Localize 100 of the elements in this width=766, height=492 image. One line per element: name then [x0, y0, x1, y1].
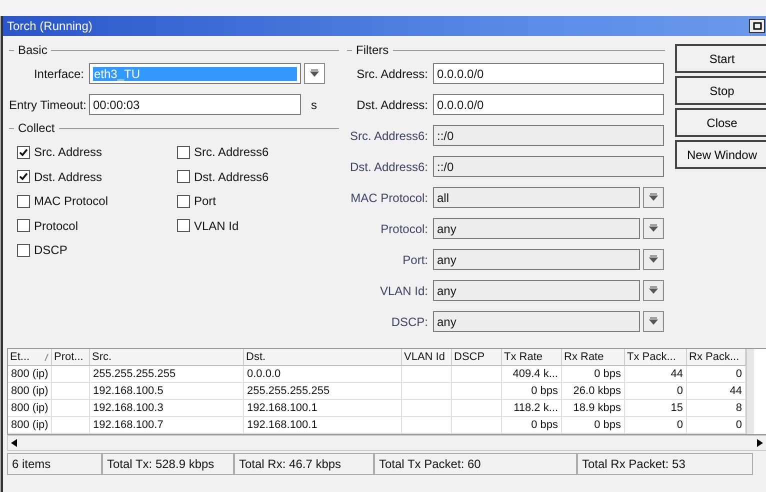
- dropdown-icon: [649, 255, 658, 264]
- checkbox[interactable]: [17, 194, 30, 208]
- action-button[interactable]: Stop: [675, 76, 766, 105]
- status-text: 6 items: [7, 453, 102, 475]
- field-label: DSCP:: [390, 314, 429, 328]
- column-header[interactable]: Src.: [90, 349, 244, 366]
- checkbox-item[interactable]: Port: [177, 189, 337, 214]
- checkbox[interactable]: [17, 146, 30, 159]
- column-header[interactable]: VLAN Id: [402, 349, 452, 366]
- field-label: Src. Address:: [356, 66, 429, 80]
- horizontal-scrollbar[interactable]: [7, 435, 766, 451]
- header-text: DSCP: [454, 351, 485, 363]
- status-text: Total Tx: 528.9 kbps: [102, 453, 234, 475]
- address-field[interactable]: 0.0.0.0/0: [433, 63, 664, 84]
- table-cell: 15: [625, 400, 687, 417]
- status-text: Total Rx Packet: 53: [577, 453, 753, 475]
- scroll-left-icon[interactable]: [11, 439, 17, 447]
- dropdown-button[interactable]: [643, 249, 664, 270]
- section-title: Basic: [18, 43, 48, 57]
- table-cell: 800 (ip): [8, 400, 52, 417]
- checkbox-item[interactable]: Dst. Address6: [177, 164, 337, 189]
- table-cell: 800 (ip): [8, 383, 52, 400]
- table-cell: 0.0.0.0: [244, 366, 402, 383]
- dropdown-icon: [649, 317, 658, 326]
- checkbox[interactable]: [177, 170, 190, 184]
- field-label: Entry Timeout:: [9, 98, 88, 112]
- vertical-scrollbar[interactable]: [746, 349, 754, 434]
- field-label: MAC Protocol:: [350, 190, 429, 204]
- dropdown-icon: [649, 286, 658, 295]
- table-cell: 192.168.100.7: [90, 417, 244, 434]
- table-cell: [452, 400, 502, 417]
- restore-button[interactable]: [749, 19, 765, 33]
- table-cell: 0: [625, 417, 687, 434]
- checkbox[interactable]: [177, 194, 190, 208]
- checkbox-item[interactable]: Protocol: [17, 214, 177, 238]
- column-header[interactable]: Tx Rate: [502, 349, 562, 366]
- column-header[interactable]: Rx Pack...: [687, 349, 746, 366]
- checkbox-item[interactable]: DSCP: [17, 238, 177, 262]
- checkbox-item[interactable]: Dst. Address: [17, 164, 177, 189]
- column-header[interactable]: Dst.: [244, 349, 402, 366]
- table-cell: [402, 383, 452, 400]
- checkbox[interactable]: [177, 146, 190, 159]
- scroll-right-icon[interactable]: [757, 439, 763, 447]
- check-icon: [19, 148, 28, 157]
- field-label: VLAN Id:: [378, 284, 429, 298]
- header-text: Tx Rate: [504, 351, 543, 363]
- table-cell: 0 bps: [562, 417, 625, 434]
- table-cell: 0: [625, 383, 687, 400]
- action-button[interactable]: Close: [675, 108, 766, 137]
- table-cell: 409.4 k...: [502, 366, 562, 383]
- table-cell: 800 (ip): [8, 366, 52, 383]
- checkbox[interactable]: [17, 244, 30, 257]
- checkbox[interactable]: [17, 170, 30, 184]
- table-cell: 0 bps: [502, 417, 562, 434]
- table-cell: 44: [625, 366, 687, 383]
- checkbox-item[interactable]: VLAN Id: [177, 214, 337, 238]
- dropdown-button[interactable]: [643, 311, 664, 332]
- column-header[interactable]: Rx Rate: [562, 349, 625, 366]
- action-button[interactable]: Start: [675, 44, 766, 73]
- header-text: Rx Pack...: [689, 351, 740, 363]
- field-label: Port:: [402, 252, 429, 266]
- header-text: Src.: [92, 351, 112, 363]
- column-header[interactable]: Tx Pack...: [625, 349, 687, 366]
- sort-icon: [44, 354, 49, 360]
- checkbox-item[interactable]: Src. Address: [17, 140, 177, 164]
- unit-label: s: [311, 98, 317, 112]
- column-header[interactable]: Prot...: [52, 349, 90, 366]
- table-cell: 118.2 k...: [502, 400, 562, 417]
- table-cell: [52, 383, 90, 400]
- checkbox[interactable]: [177, 219, 190, 232]
- timeout-field[interactable]: 00:00:03: [89, 94, 301, 115]
- column-header[interactable]: DSCP: [452, 349, 502, 366]
- address-field[interactable]: 0.0.0.0/0: [433, 94, 664, 115]
- table-cell: [452, 366, 502, 383]
- dropdown-button[interactable]: [643, 280, 664, 301]
- action-button[interactable]: New Window: [675, 140, 766, 169]
- table-cell: 255.255.255.255: [90, 366, 244, 383]
- checkbox-item[interactable]: MAC Protocol: [17, 189, 177, 214]
- checkbox-item[interactable]: Src. Address6: [177, 140, 337, 164]
- dropdown-icon: [649, 224, 658, 233]
- section-title: Collect: [18, 121, 55, 135]
- header-text: VLAN Id: [404, 351, 445, 363]
- dropdown-button[interactable]: [643, 218, 664, 239]
- table-cell: 800 (ip): [8, 417, 52, 434]
- header-text: Dst.: [246, 351, 266, 363]
- table-cell: 192.168.100.5: [90, 383, 244, 400]
- header-text: Rx Rate: [564, 351, 604, 363]
- dropdown-button[interactable]: [304, 63, 325, 84]
- checkbox[interactable]: [17, 219, 30, 232]
- header-text: Tx Pack...: [627, 351, 676, 363]
- table-cell: [402, 400, 452, 417]
- table-cell: [52, 400, 90, 417]
- column-header[interactable]: Et...: [8, 349, 52, 366]
- dropdown-button[interactable]: [643, 187, 664, 208]
- table-cell: 192.168.100.1: [244, 417, 402, 434]
- status-text: Total Tx Packet: 60: [374, 453, 577, 475]
- table-cell: 192.168.100.3: [90, 400, 244, 417]
- table-cell: 18.9 kbps: [562, 400, 625, 417]
- table-cell: [52, 366, 90, 383]
- table-cell: [402, 417, 452, 434]
